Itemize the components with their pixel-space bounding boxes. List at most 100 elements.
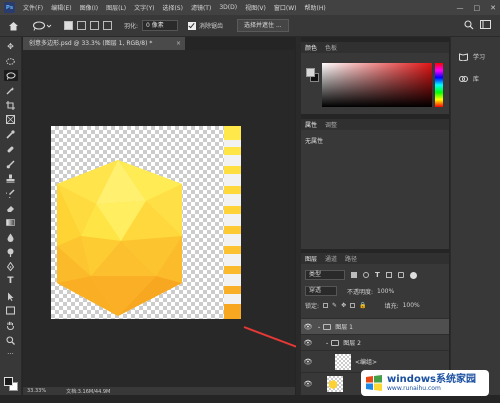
- pen-tool-icon[interactable]: [4, 261, 18, 272]
- filter-shape-icon[interactable]: [385, 272, 392, 278]
- tab-channels[interactable]: 通道: [325, 254, 337, 263]
- close-document-icon[interactable]: ×: [176, 37, 181, 50]
- lock-position-icon[interactable]: ✥: [341, 302, 346, 309]
- crop-tool-icon[interactable]: [4, 100, 18, 111]
- gradient-tool-icon[interactable]: [4, 217, 18, 228]
- opacity-input[interactable]: 100%: [377, 288, 394, 295]
- maximize-button[interactable]: □: [474, 4, 481, 12]
- tab-properties[interactable]: 属性: [305, 120, 317, 129]
- filter-pixel-icon[interactable]: [351, 272, 357, 278]
- blend-mode-select[interactable]: 穿透: [305, 286, 337, 296]
- visibility-eye-icon[interactable]: 👁: [301, 358, 315, 366]
- menu-type[interactable]: 文字(Y): [134, 3, 154, 12]
- expand-chevron-icon[interactable]: ⌄: [317, 324, 321, 330]
- fill-input[interactable]: 100%: [403, 302, 420, 309]
- tab-layers[interactable]: 图层: [305, 254, 317, 263]
- visibility-eye-icon[interactable]: 👁: [301, 323, 315, 331]
- menu-layer[interactable]: 图层(L): [106, 3, 126, 12]
- visibility-eye-icon[interactable]: 👁: [301, 339, 315, 347]
- menu-help[interactable]: 帮助(H): [305, 3, 326, 12]
- menu-select[interactable]: 选择(S): [162, 3, 183, 12]
- intersect-selection-icon[interactable]: [103, 21, 112, 30]
- subtract-selection-icon[interactable]: [90, 21, 99, 30]
- menu-window[interactable]: 窗口(W): [274, 3, 297, 12]
- feather-label: 羽化:: [124, 23, 139, 30]
- healing-brush-tool-icon[interactable]: [4, 144, 18, 155]
- blend-mode-value: 穿透: [309, 287, 322, 294]
- filter-adjust-icon[interactable]: [363, 272, 369, 278]
- minimize-button[interactable]: —: [457, 4, 464, 12]
- learn-label: 学习: [473, 54, 486, 61]
- tab-adjustments[interactable]: 调整: [325, 120, 337, 129]
- foreground-color-swatch[interactable]: [4, 377, 13, 386]
- menu-3d[interactable]: 3D(D): [219, 4, 237, 11]
- lock-all-icon[interactable]: 🔒: [359, 302, 366, 309]
- brush-tool-icon[interactable]: [4, 159, 18, 170]
- select-and-mask-button[interactable]: 选择并遮住 ...: [237, 19, 289, 32]
- libraries-icon: [459, 75, 468, 82]
- type-tool-icon[interactable]: T: [4, 276, 18, 287]
- clone-stamp-tool-icon[interactable]: [4, 173, 18, 184]
- learn-panel-button[interactable]: 学习: [459, 52, 485, 61]
- new-selection-icon[interactable]: [64, 21, 73, 30]
- layer-row-group-2[interactable]: 👁 ⌄ 图层 2: [301, 334, 449, 350]
- panel-foreground-swatch[interactable]: [306, 68, 315, 77]
- menu-view[interactable]: 视图(V): [245, 3, 266, 12]
- document-tab[interactable]: 创意多边形.psd @ 33.3% (图层 1, RGB/8) * ×: [23, 37, 185, 50]
- move-tool-icon[interactable]: ✥: [4, 41, 18, 52]
- add-selection-icon[interactable]: [77, 21, 86, 30]
- hexagon-artwork: [57, 160, 182, 316]
- search-icon[interactable]: [462, 18, 476, 32]
- layer-name: <编组>: [355, 359, 378, 366]
- layer-row-compound[interactable]: 👁 <编组>: [301, 350, 449, 372]
- home-icon[interactable]: [6, 19, 20, 33]
- eyedropper-tool-icon[interactable]: [4, 129, 18, 140]
- color-picker-field[interactable]: [322, 63, 432, 107]
- hue-slider[interactable]: [435, 63, 443, 107]
- libraries-panel-button[interactable]: 库: [459, 74, 479, 83]
- antialias-checkbox[interactable]: [188, 21, 197, 30]
- close-window-button[interactable]: ✕: [490, 4, 496, 12]
- site-watermark: windows系统家园 www.runaihu.com: [361, 370, 489, 396]
- zoom-level[interactable]: 33.33%: [27, 388, 46, 394]
- artboard[interactable]: [51, 126, 241, 319]
- eraser-tool-icon[interactable]: [4, 203, 18, 214]
- dodge-tool-icon[interactable]: [4, 247, 18, 258]
- workspace-icon[interactable]: [478, 18, 492, 32]
- filter-smart-icon[interactable]: [397, 272, 404, 278]
- zoom-tool-icon[interactable]: [4, 335, 18, 346]
- magic-wand-tool-icon[interactable]: [4, 85, 18, 96]
- path-selection-tool-icon[interactable]: [4, 291, 18, 302]
- visibility-eye-icon[interactable]: 👁: [301, 380, 315, 388]
- layer-name: 图层 1: [335, 324, 353, 331]
- filter-toggle-icon[interactable]: [409, 271, 417, 279]
- expand-chevron-icon[interactable]: ⌄: [325, 340, 329, 346]
- menu-filter[interactable]: 滤镜(T): [191, 3, 211, 12]
- tab-color[interactable]: 颜色: [305, 43, 317, 52]
- feather-input[interactable]: 0 像素: [142, 20, 179, 31]
- marquee-tool-icon[interactable]: [4, 56, 18, 67]
- more-tools-icon[interactable]: ···: [4, 349, 18, 360]
- lasso-tool-icon[interactable]: [3, 70, 18, 82]
- canvas-area[interactable]: [23, 50, 295, 387]
- menu-edit[interactable]: 编辑(E): [51, 3, 71, 12]
- frame-tool-icon[interactable]: [4, 114, 18, 125]
- lock-artboard-icon[interactable]: [350, 303, 356, 308]
- color-panel: 颜色 色板: [301, 42, 449, 114]
- blur-tool-icon[interactable]: [4, 232, 18, 243]
- lasso-preset-icon[interactable]: [32, 19, 54, 33]
- menu-file[interactable]: 文件(F): [23, 3, 43, 12]
- layer-row-group-1[interactable]: 👁 ⌄ 图层 1: [301, 318, 449, 334]
- lock-pixels-icon[interactable]: ✎: [332, 302, 337, 309]
- menu-image[interactable]: 图像(I): [80, 3, 98, 12]
- layer-filter-select[interactable]: 类型: [305, 270, 345, 280]
- rectangle-tool-icon[interactable]: [4, 305, 18, 316]
- history-brush-tool-icon[interactable]: [4, 188, 18, 199]
- tab-paths[interactable]: 路径: [345, 254, 357, 263]
- filter-type-icon[interactable]: T: [375, 271, 380, 279]
- color-stripe-column: [224, 126, 241, 319]
- lock-transparent-icon[interactable]: [323, 303, 329, 308]
- antialias-label: 消除锯齿: [199, 23, 224, 30]
- tab-swatches[interactable]: 色板: [325, 43, 337, 52]
- hand-tool-icon[interactable]: [4, 320, 18, 331]
